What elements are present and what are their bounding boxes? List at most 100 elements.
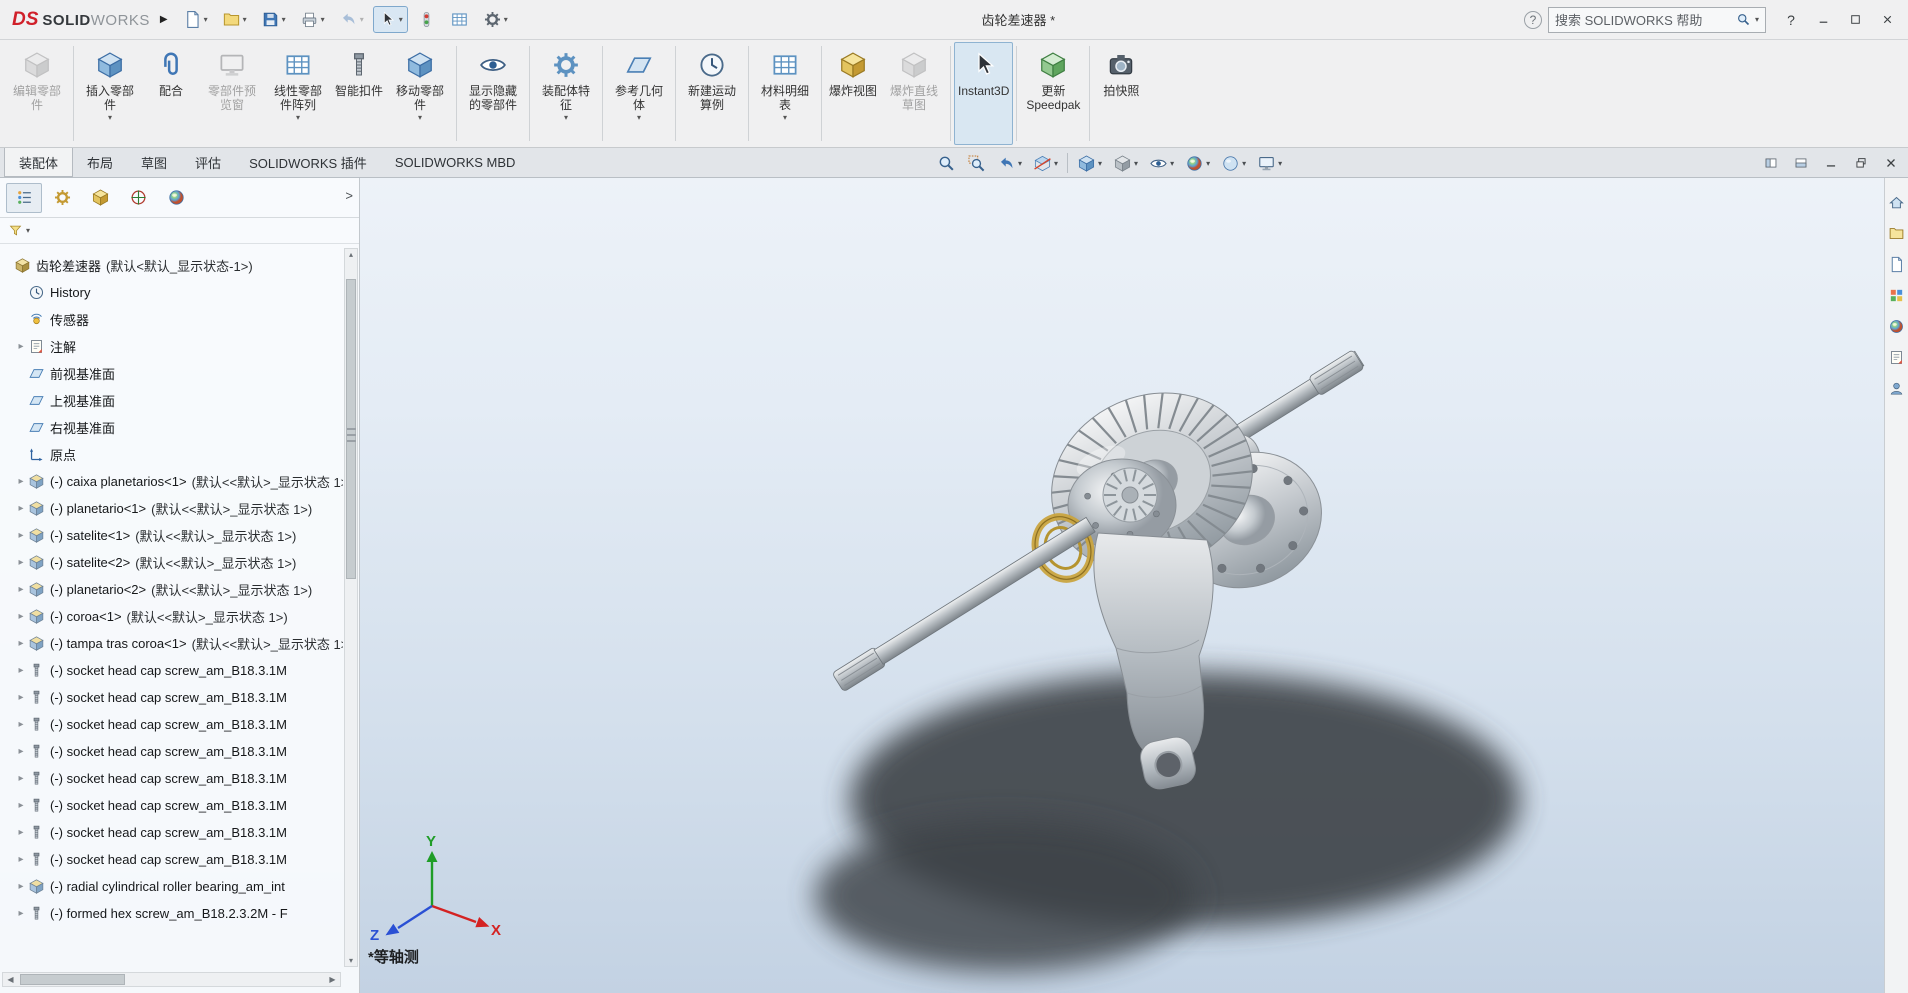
dropdown-caret-icon[interactable]: ▾: [204, 15, 208, 24]
close-button[interactable]: [1872, 7, 1902, 33]
expand-arrow-icon[interactable]: ▸: [14, 881, 28, 892]
planet-gear[interactable]: [1103, 468, 1157, 522]
maximize-button[interactable]: [1840, 7, 1870, 33]
linear-component-pattern-button[interactable]: 线性零部件阵列▾: [265, 42, 331, 145]
tab-sketch[interactable]: 草图: [127, 148, 181, 177]
tree-item[interactable]: 右视基准面: [0, 414, 343, 441]
tree-item[interactable]: ▸(-) socket head cap screw_am_B18.3.1M: [0, 792, 343, 819]
dropdown-caret-icon[interactable]: ▾: [1206, 159, 1210, 168]
panel-resize-handle[interactable]: [347, 428, 356, 442]
move-component-button[interactable]: 移动零部件▾: [387, 42, 453, 145]
tree-item[interactable]: ▸(-) radial cylindrical roller bearing_a…: [0, 873, 343, 900]
mate-button[interactable]: 配合: [143, 42, 199, 145]
tree-item[interactable]: History: [0, 279, 343, 306]
tree-item[interactable]: ▸(-) caixa planetarios<1>(默认<<默认>_显示状态 1…: [0, 468, 343, 495]
tree-item[interactable]: 上视基准面: [0, 387, 343, 414]
menu-flyout-arrow-icon[interactable]: ▶: [160, 14, 168, 25]
displaymanager-tab[interactable]: [158, 183, 194, 213]
tree-item[interactable]: ▸(-) socket head cap screw_am_B18.3.1M: [0, 846, 343, 873]
tree-item[interactable]: ▸(-) socket head cap screw_am_B18.3.1M: [0, 711, 343, 738]
propertymanager-tab[interactable]: [44, 183, 80, 213]
dropdown-caret-icon[interactable]: ▾: [1098, 159, 1102, 168]
tree-item[interactable]: ▸(-) planetario<2>(默认<<默认>_显示状态 1>): [0, 576, 343, 603]
expand-arrow-icon[interactable]: ▸: [14, 611, 28, 622]
doc-restore-button[interactable]: [1848, 152, 1874, 174]
update-speedpak-button[interactable]: 更新Speedpak: [1020, 42, 1086, 145]
dropdown-caret-icon[interactable]: ▾: [282, 15, 286, 24]
select-button[interactable]: ▾: [373, 6, 408, 33]
hide-show-items-button[interactable]: ▾: [1147, 153, 1176, 174]
expand-arrow-icon[interactable]: ▸: [14, 530, 28, 541]
file-properties-button[interactable]: [445, 6, 474, 33]
tree-item[interactable]: ▸注解: [0, 333, 343, 360]
panel-expand-button[interactable]: >: [345, 188, 353, 203]
axle-shaft-left[interactable]: [832, 515, 1096, 692]
scroll-up-icon[interactable]: ▴: [345, 250, 357, 259]
doc-close-button[interactable]: [1878, 152, 1904, 174]
scroll-right-icon[interactable]: ▶: [325, 975, 340, 984]
options-button[interactable]: ▾: [478, 6, 513, 33]
expand-arrow-icon[interactable]: ▸: [14, 557, 28, 568]
tree-root-item[interactable]: 齿轮差速器(默认<默认_显示状态-1>): [0, 252, 343, 279]
tree-item[interactable]: ▸(-) socket head cap screw_am_B18.3.1M: [0, 657, 343, 684]
zoom-to-area-button[interactable]: [965, 153, 988, 174]
expand-arrow-icon[interactable]: ▸: [14, 476, 28, 487]
help-button[interactable]: ?: [1776, 7, 1806, 33]
show-hidden-components-button[interactable]: 显示隐藏的零部件: [460, 42, 526, 145]
reference-geometry-button[interactable]: 参考几何体▾: [606, 42, 672, 145]
expand-arrow-icon[interactable]: ▸: [14, 908, 28, 919]
file-explorer-button[interactable]: [1887, 254, 1907, 274]
search-input[interactable]: 搜索 SOLIDWORKS 帮助 ▾: [1548, 7, 1766, 33]
expand-arrow-icon[interactable]: ▸: [14, 503, 28, 514]
tree-horizontal-scrollbar[interactable]: ◀ ▶: [2, 972, 341, 987]
dropdown-caret-icon[interactable]: ▾: [418, 113, 422, 122]
tree-item[interactable]: ▸(-) socket head cap screw_am_B18.3.1M: [0, 765, 343, 792]
search-help-icon[interactable]: ?: [1524, 11, 1542, 29]
tree-item[interactable]: 原点: [0, 441, 343, 468]
dropdown-caret-icon[interactable]: ▾: [321, 15, 325, 24]
solidworks-resources-button[interactable]: [1887, 192, 1907, 212]
minimize-button[interactable]: [1808, 7, 1838, 33]
tab-assembly[interactable]: 装配体: [4, 148, 73, 177]
tab-evaluate[interactable]: 评估: [181, 148, 235, 177]
tree-item[interactable]: ▸(-) formed hex screw_am_B18.2.3.2M - F: [0, 900, 343, 927]
expand-arrow-icon[interactable]: ▸: [14, 800, 28, 811]
dimxpertmanager-tab[interactable]: [120, 183, 156, 213]
horizontal-scroll-thumb[interactable]: [20, 974, 125, 985]
expand-arrow-icon[interactable]: ▸: [14, 584, 28, 595]
tree-item[interactable]: ▸(-) socket head cap screw_am_B18.3.1M: [0, 684, 343, 711]
dropdown-caret-icon[interactable]: ▾: [296, 113, 300, 122]
split-pane-button[interactable]: [1788, 152, 1814, 174]
expand-arrow-icon[interactable]: ▸: [14, 692, 28, 703]
solidworks-forum-button[interactable]: [1887, 378, 1907, 398]
print-button[interactable]: ▾: [295, 6, 330, 33]
filter-caret-icon[interactable]: ▾: [26, 226, 30, 235]
tab-layout[interactable]: 布局: [73, 148, 127, 177]
edit-appearance-button[interactable]: ▾: [1183, 153, 1212, 174]
open-button[interactable]: ▾: [217, 6, 252, 33]
tree-item[interactable]: ▸(-) socket head cap screw_am_B18.3.1M: [0, 738, 343, 765]
view-orientation-button[interactable]: ▾: [1075, 153, 1104, 174]
dropdown-caret-icon[interactable]: ▾: [360, 15, 364, 24]
section-view-button[interactable]: ▾: [1031, 153, 1060, 174]
tree-item[interactable]: ▸(-) coroa<1>(默认<<默认>_显示状态 1>): [0, 603, 343, 630]
design-library-button[interactable]: [1887, 223, 1907, 243]
insert-components-button[interactable]: 插入零部件▾: [77, 42, 143, 145]
tree-vertical-scrollbar[interactable]: ▴ ▾: [344, 248, 358, 967]
assembly-features-button[interactable]: 装配体特征▾: [533, 42, 599, 145]
undo-button[interactable]: ▾: [334, 6, 369, 33]
configurationmanager-tab[interactable]: [82, 183, 118, 213]
dropdown-caret-icon[interactable]: ▾: [783, 113, 787, 122]
expand-arrow-icon[interactable]: ▸: [14, 854, 28, 865]
dropdown-caret-icon[interactable]: ▾: [1134, 159, 1138, 168]
expand-arrow-icon[interactable]: ▸: [14, 773, 28, 784]
dropdown-caret-icon[interactable]: ▾: [1054, 159, 1058, 168]
component-preview-window-button[interactable]: 零部件预览窗: [199, 42, 265, 145]
expand-arrow-icon[interactable]: ▸: [14, 746, 28, 757]
previous-view-button[interactable]: ▾: [995, 153, 1024, 174]
edit-component-button[interactable]: 编辑零部件: [4, 42, 70, 145]
dropdown-caret-icon[interactable]: ▾: [1278, 159, 1282, 168]
expand-arrow-icon[interactable]: ▸: [14, 827, 28, 838]
explode-line-sketch-button[interactable]: 爆炸直线草图: [881, 42, 947, 145]
featuremanager-tab[interactable]: [6, 183, 42, 213]
